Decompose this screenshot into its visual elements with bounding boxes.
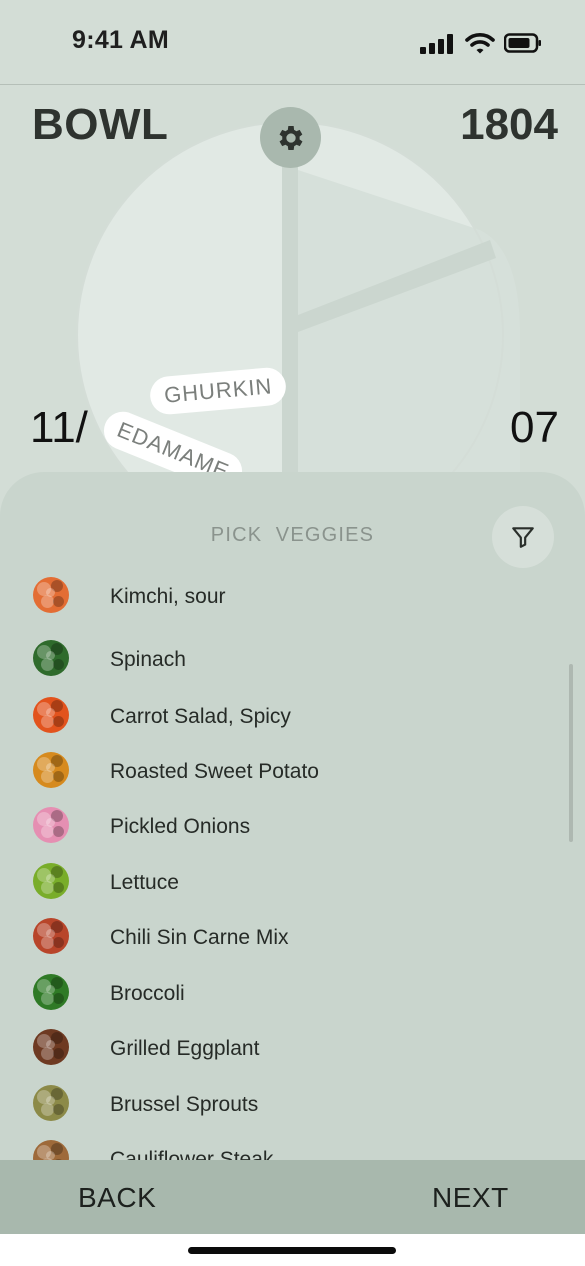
veggie-label: Kimchi, sour: [110, 585, 226, 608]
scrollbar[interactable]: [569, 664, 573, 842]
bowl-number: 1804: [460, 100, 558, 149]
filter-icon: [512, 527, 534, 548]
list-item[interactable]: Roasted Sweet Potato: [0, 745, 585, 795]
next-button[interactable]: NEXT: [432, 1182, 509, 1214]
veggie-thumbnail: [33, 577, 69, 613]
veggie-thumbnail: [33, 974, 69, 1010]
veggie-thumbnail: [33, 1029, 69, 1065]
veggie-label: Spinach: [110, 648, 186, 671]
list-item[interactable]: Broccoli: [0, 967, 585, 1017]
top-area: 9:41 AM BOWL 1804 11/ 07 EDAMAME GHURKIN: [0, 0, 585, 520]
list-item[interactable]: Pickled Onions: [0, 800, 585, 850]
status-time: 9:41 AM: [72, 26, 170, 54]
list-item[interactable]: Spinach: [0, 633, 585, 683]
veggie-thumbnail: [33, 863, 69, 899]
veggie-label: Broccoli: [110, 982, 185, 1005]
filter-button[interactable]: [492, 506, 554, 568]
footer-bar: BACK NEXT: [0, 1160, 585, 1234]
list-item[interactable]: Kimchi, sour: [0, 570, 585, 620]
home-indicator[interactable]: [188, 1247, 396, 1254]
wifi-icon: [465, 33, 495, 54]
right-counter: 07: [510, 403, 559, 452]
status-bar: 9:41 AM: [0, 0, 585, 85]
left-counter: 11/: [30, 403, 88, 452]
list-item[interactable]: Chili Sin Carne Mix: [0, 911, 585, 961]
veggie-picker-sheet: PICK VEGGIES Kimchi, sour Spinach Carrot S…: [0, 472, 585, 1162]
list-item[interactable]: Cauliflower Steak: [0, 1133, 585, 1162]
veggie-label: Grilled Eggplant: [110, 1037, 260, 1060]
veggie-label: Pickled Onions: [110, 815, 251, 838]
veggie-thumbnail: [33, 918, 69, 954]
veggie-label: Lettuce: [110, 871, 179, 894]
signal-icon: [420, 34, 454, 54]
list-item[interactable]: Grilled Eggplant: [0, 1022, 585, 1072]
veggie-label: Brussel Sprouts: [110, 1093, 259, 1116]
back-button[interactable]: BACK: [78, 1182, 156, 1214]
veggie-thumbnail: [33, 752, 69, 788]
veggie-label: Roasted Sweet Potato: [110, 760, 319, 783]
veggie-thumbnail: [33, 640, 69, 676]
veggie-thumbnail: [33, 1085, 69, 1121]
list-item[interactable]: Lettuce: [0, 856, 585, 906]
gear-icon: [279, 125, 302, 150]
list-item[interactable]: Brussel Sprouts: [0, 1078, 585, 1128]
veggie-thumbnail: [33, 697, 69, 733]
veggie-label: Chili Sin Carne Mix: [110, 926, 289, 949]
list-item[interactable]: Carrot Salad, Spicy: [0, 690, 585, 740]
bowl-title: BOWL: [32, 100, 169, 149]
veggie-thumbnail: [33, 807, 69, 843]
battery-icon: [504, 33, 541, 53]
settings-button[interactable]: [260, 107, 321, 168]
veggie-thumbnail: [33, 1140, 69, 1162]
veggie-label: Carrot Salad, Spicy: [110, 705, 291, 728]
